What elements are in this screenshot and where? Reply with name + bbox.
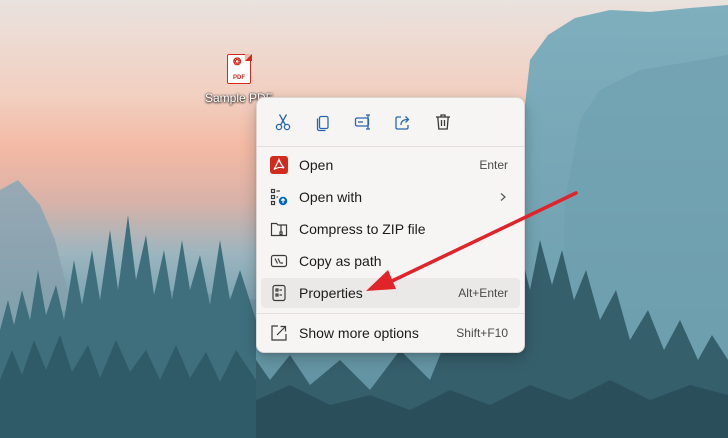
menu-item-label: Properties	[299, 285, 363, 301]
menu-item-open[interactable]: Open Enter	[261, 150, 520, 180]
menu-item-copy-as-path[interactable]: Copy as path	[261, 246, 520, 276]
menu-item-shortcut: Enter	[479, 158, 508, 172]
menu-separator	[257, 146, 524, 147]
pdf-file-icon: ❂ PDF	[227, 53, 252, 84]
copy-path-icon	[269, 251, 289, 271]
copy-button[interactable]	[303, 104, 343, 140]
menu-item-label: Copy as path	[299, 253, 382, 269]
menu-item-properties[interactable]: Properties Alt+Enter	[261, 278, 520, 308]
menu-item-label: Open	[299, 157, 334, 173]
rename-button[interactable]	[343, 104, 383, 140]
menu-item-label: Show more options	[299, 325, 419, 341]
cut-icon	[275, 114, 291, 131]
share-button[interactable]	[383, 104, 423, 140]
context-menu: Open Enter Open with Compress to ZIP fil…	[256, 97, 525, 353]
acrobat-icon	[269, 155, 289, 175]
share-icon	[395, 116, 410, 130]
cut-button[interactable]	[263, 104, 303, 140]
menu-item-label: Compress to ZIP file	[299, 221, 426, 237]
properties-icon	[269, 283, 289, 303]
menu-item-shortcut: Shift+F10	[456, 326, 508, 340]
menu-separator	[257, 313, 524, 314]
delete-icon	[436, 114, 450, 130]
open-with-icon	[269, 187, 289, 207]
menu-item-shortcut: Alt+Enter	[458, 286, 508, 300]
rename-icon	[354, 114, 370, 130]
chevron-right-icon	[498, 192, 508, 202]
menu-item-open-with[interactable]: Open with	[261, 182, 520, 212]
context-menu-toolbar	[263, 104, 463, 140]
zip-folder-icon	[269, 219, 289, 239]
show-more-icon	[269, 323, 289, 343]
delete-button[interactable]	[423, 104, 463, 140]
menu-item-label: Open with	[299, 189, 363, 205]
menu-item-compress-zip[interactable]: Compress to ZIP file	[261, 214, 520, 244]
menu-item-show-more-options[interactable]: Show more options Shift+F10	[261, 318, 520, 348]
copy-icon	[316, 115, 329, 132]
